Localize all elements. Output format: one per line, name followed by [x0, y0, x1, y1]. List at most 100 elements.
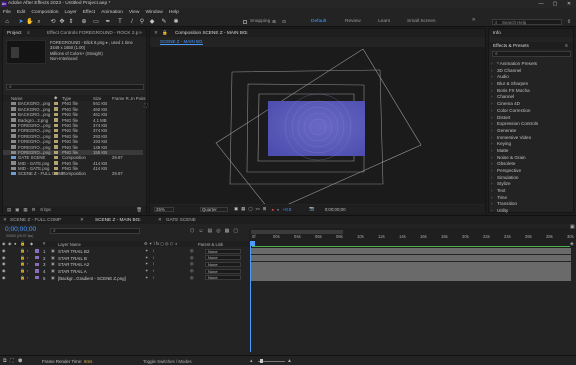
resolution-dropdown[interactable]: Quarter: [200, 206, 228, 212]
project-settings-icon[interactable]: ⚙: [31, 207, 35, 213]
zoom-out-icon[interactable]: ▴: [250, 358, 253, 364]
item-label-color[interactable]: [54, 112, 58, 117]
menu-edit[interactable]: Edit: [17, 8, 25, 17]
dolly-camera-icon[interactable]: ⇕: [67, 18, 75, 26]
solo-toggle-icon[interactable]: ●: [14, 241, 17, 246]
snapping-checkbox[interactable]: [243, 20, 247, 24]
eraser-tool-icon[interactable]: ◆: [148, 18, 156, 26]
item-label-color[interactable]: [54, 150, 58, 154]
toggle-switches-modes-button[interactable]: Toggle Switches / Modes: [143, 359, 192, 364]
pen-tool-icon[interactable]: ✒: [104, 18, 112, 26]
roto-brush-icon[interactable]: ✎: [160, 18, 168, 26]
home-icon[interactable]: ⌂: [3, 18, 11, 26]
effect-category[interactable]: › Expression Controls: [491, 121, 571, 128]
tab-gate-scene[interactable]: GATE SCENE: [166, 217, 196, 222]
workspace-default[interactable]: Default: [311, 19, 326, 24]
timeline-zoom-handle[interactable]: [260, 359, 263, 363]
effects-menu-icon[interactable]: ≡: [565, 43, 568, 48]
label-column-icon[interactable]: ◆: [30, 241, 33, 246]
orbit-camera-icon[interactable]: ⟲: [49, 18, 57, 26]
zoom-in-icon[interactable]: ▲: [287, 358, 292, 364]
draft-3d-icon[interactable]: ⬡: [190, 228, 194, 234]
project-item[interactable]: SCENE Z - FULL COMP Composition 29.97: [3, 171, 143, 176]
new-folder-icon[interactable]: ▣: [15, 207, 19, 213]
effect-category[interactable]: › Channel: [491, 94, 571, 101]
layer-duration-bar[interactable]: [251, 255, 571, 262]
effect-category[interactable]: › Simulation: [491, 175, 571, 182]
timeline-options-icon[interactable]: ▢: [233, 228, 238, 234]
workspace-small-screen[interactable]: Small Screen: [407, 19, 436, 24]
col-in-point[interactable]: In Point: [131, 96, 146, 101]
layer-number-icon[interactable]: #: [43, 241, 45, 246]
comp-viewer[interactable]: [150, 47, 485, 204]
shy-layers-icon[interactable]: ☺: [198, 228, 203, 234]
lock-toggle-icon[interactable]: 🔒: [20, 241, 25, 247]
layer-duration-bar[interactable]: [251, 261, 571, 268]
timeline-timecode[interactable]: 0;00;00;00: [5, 226, 36, 233]
bpc-indicator[interactable]: 8 bpc: [40, 207, 51, 212]
menu-help[interactable]: Help: [169, 8, 179, 17]
close-tab-icon[interactable]: ✕: [158, 217, 162, 223]
comp-menu-icon[interactable]: ≡: [245, 30, 248, 35]
time-ruler[interactable]: 0f 00s 04s 06s 08s 10s 12s 14s 16s 18s 20s 22s 24s 26…: [249, 228, 576, 248]
item-label-color[interactable]: [54, 166, 58, 171]
comp-timecode[interactable]: 0;00;00;00: [325, 207, 346, 212]
mask-visibility-icon[interactable]: ▭: [255, 206, 259, 212]
item-label-color[interactable]: [54, 128, 58, 133]
pan-camera-icon[interactable]: ✥: [58, 18, 66, 26]
close-tab-icon[interactable]: ✕: [80, 217, 84, 223]
effect-category[interactable]: › Generate: [491, 128, 571, 135]
tab-menu-icon[interactable]: ≡: [138, 217, 141, 222]
item-label-color[interactable]: [54, 145, 58, 149]
motion-blur-icon[interactable]: ◎: [216, 228, 220, 234]
region-of-interest-icon[interactable]: ▢: [248, 206, 252, 212]
brush-tool-icon[interactable]: /: [128, 18, 136, 26]
workspace-overflow-icon[interactable]: »: [472, 17, 475, 23]
fast-previews-icon[interactable]: ▣: [234, 206, 238, 212]
video-toggle-icon[interactable]: ◉: [2, 241, 6, 246]
tab-info[interactable]: Info: [493, 30, 501, 35]
tab-scene-z-full-comp[interactable]: SCENE Z - FULL COMP: [10, 217, 61, 222]
timeline-nav-icon[interactable]: ▣: [570, 224, 575, 250]
menu-window[interactable]: Window: [145, 8, 162, 17]
item-label-color[interactable]: [54, 155, 58, 160]
panel-overflow-icon[interactable]: »: [139, 30, 142, 36]
effect-category[interactable]: › Blur & Sharpen: [491, 81, 571, 88]
rectangle-tool-icon[interactable]: ▭: [92, 18, 100, 26]
snap-options-icon[interactable]: ⊞: [270, 18, 278, 26]
flowchart-icon[interactable]: ⛶: [144, 103, 147, 108]
menu-layer[interactable]: Layer: [65, 8, 77, 17]
menu-animation[interactable]: Animation: [101, 8, 123, 17]
audio-toggle-icon[interactable]: ◉: [8, 241, 12, 246]
snap-grid-icon[interactable]: ⊡: [280, 18, 288, 26]
effect-category[interactable]: › Color Correction: [491, 108, 571, 115]
effect-category[interactable]: › Utility: [491, 208, 571, 215]
col-frame-rate[interactable]: Frame R...: [112, 96, 132, 101]
menu-composition[interactable]: Composition: [31, 8, 58, 17]
effect-category[interactable]: › Text: [491, 188, 571, 195]
workspace-review[interactable]: Review: [345, 19, 361, 24]
close-button[interactable]: ✕: [562, 0, 576, 8]
hand-tool-icon[interactable]: ✋: [26, 18, 34, 26]
show-channel-icon[interactable]: ◐: [277, 207, 280, 212]
search-help-field[interactable]: ⌕ Search Help: [492, 19, 562, 25]
layer-switches-icon[interactable]: ⬢: [18, 358, 22, 364]
clone-stamp-icon[interactable]: ⚲: [138, 18, 146, 26]
selection-tool-icon[interactable]: ➤: [17, 18, 25, 26]
item-label-color[interactable]: [54, 107, 58, 111]
tab-effects-presets[interactable]: Effects & Presets: [493, 43, 529, 48]
snapshot-camera-icon[interactable]: 📷: [309, 206, 314, 212]
effect-category[interactable]: › Cinema 4D: [491, 101, 571, 108]
menu-view[interactable]: View: [129, 8, 140, 17]
item-label-color[interactable]: [54, 118, 58, 122]
share-icon[interactable]: ⇪: [565, 18, 573, 26]
effect-category[interactable]: › Time: [491, 195, 571, 202]
close-tab-icon[interactable]: ✕: [154, 30, 158, 36]
zoom-tool-icon[interactable]: ⌕: [35, 18, 43, 26]
col-layer-name[interactable]: Layer Name: [58, 242, 81, 247]
col-size[interactable]: Size: [93, 96, 101, 101]
item-label-color[interactable]: [54, 123, 58, 127]
tab-composition[interactable]: Composition SCENE Z - MAIN BG: [175, 30, 247, 35]
effect-category[interactable]: › Boris FX Mocha: [491, 88, 571, 95]
effect-category[interactable]: › Audio: [491, 74, 571, 81]
